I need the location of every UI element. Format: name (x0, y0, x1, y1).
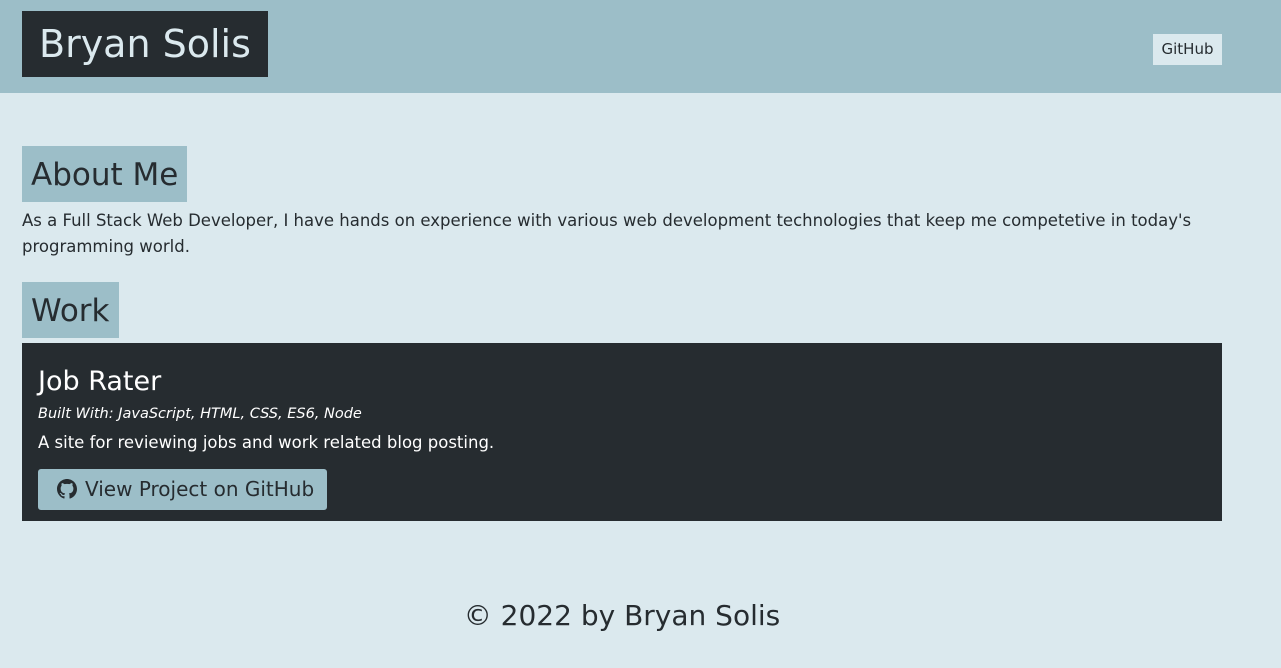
site-footer: © 2022 by Bryan Solis (0, 590, 1244, 642)
work-heading: Work (22, 282, 119, 338)
project-tech-stack: Built With: JavaScript, HTML, CSS, ES6, … (38, 406, 362, 422)
project-card: Job Rater Built With: JavaScript, HTML, … (22, 343, 1222, 521)
view-project-button[interactable]: View Project on GitHub (38, 469, 327, 510)
about-text: As a Full Stack Web Developer, I have ha… (22, 211, 1192, 256)
site-header: Bryan Solis GitHub (0, 0, 1281, 93)
site-brand: Bryan Solis (22, 11, 268, 77)
view-project-button-label: View Project on GitHub (85, 477, 315, 501)
nav-github-link[interactable]: GitHub (1153, 34, 1222, 65)
footer-copyright: © 2022 by Bryan Solis (463, 599, 781, 632)
about-heading: About Me (22, 146, 188, 202)
project-title: Job Rater (38, 366, 162, 397)
github-icon (57, 479, 77, 499)
project-description: A site for reviewing jobs and work relat… (38, 433, 495, 452)
